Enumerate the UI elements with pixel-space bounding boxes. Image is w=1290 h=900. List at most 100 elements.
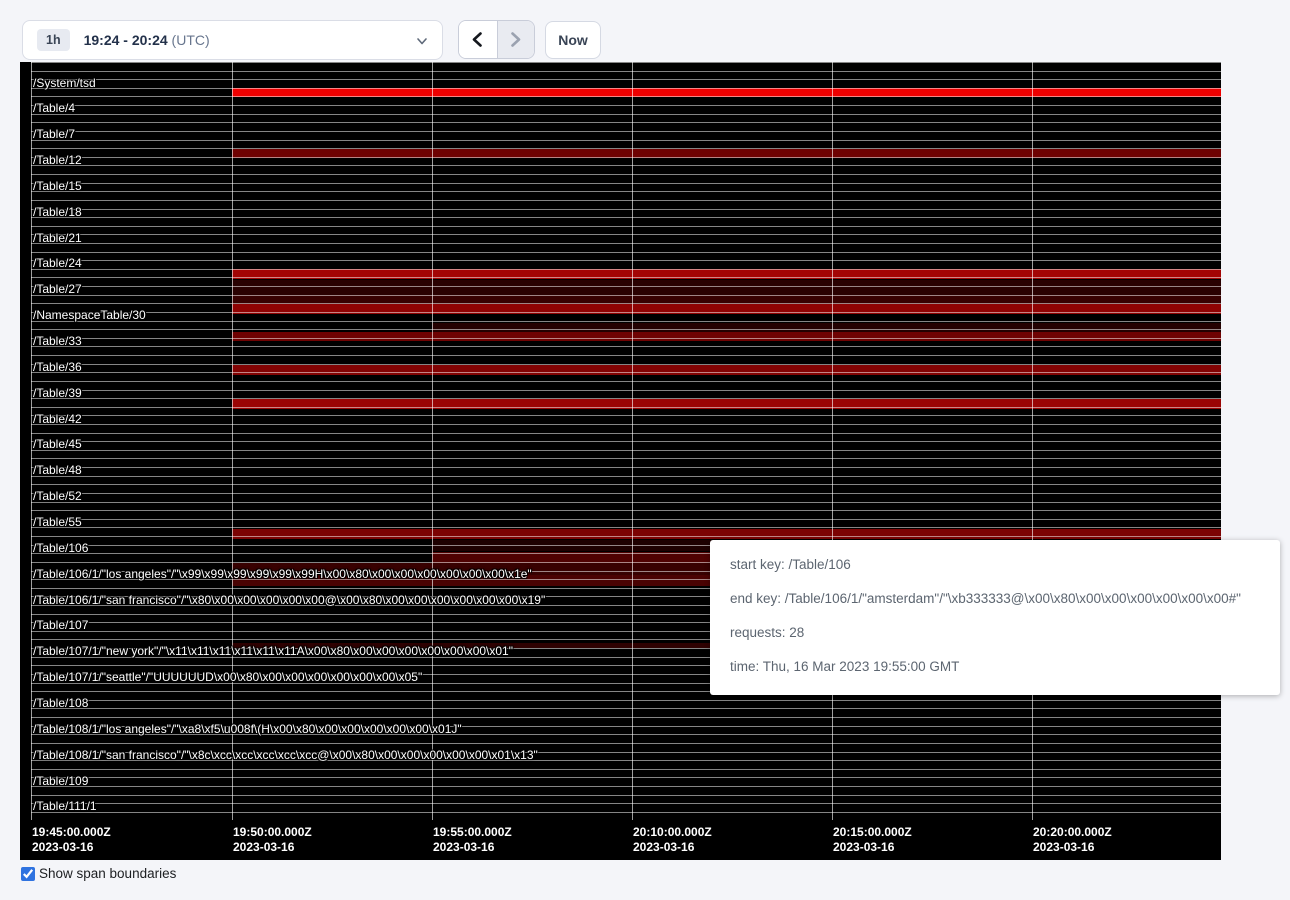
span-boundary-line xyxy=(31,174,1221,175)
span-boundary-line xyxy=(31,226,1221,227)
keyspace-row-label: /Table/4 xyxy=(33,102,75,115)
span-boundary-line xyxy=(31,708,1221,709)
keyspace-row-label: /NamespaceTable/30 xyxy=(33,309,146,322)
keyspace-row-label: /Table/106/1/"san francisco"/"\x80\x00\x… xyxy=(33,594,545,607)
key-visualizer-page: 1h 19:24 - 20:24 (UTC) Now /System/tsd/T… xyxy=(0,0,1290,900)
show-span-boundaries-checkbox[interactable] xyxy=(21,867,35,881)
span-boundary-line xyxy=(31,277,1221,278)
time-gridline xyxy=(1032,62,1033,820)
keyspace-row-label: /Table/45 xyxy=(33,438,82,451)
span-boundary-line xyxy=(31,329,1221,330)
span-boundary-line xyxy=(31,165,1221,166)
show-span-boundaries-control: Show span boundaries xyxy=(21,866,176,881)
span-boundary-line xyxy=(31,493,1221,494)
span-boundary-line xyxy=(31,786,1221,787)
heat-band xyxy=(232,529,1221,539)
span-boundary-line xyxy=(31,441,1221,442)
keyspace-row-label: /Table/15 xyxy=(33,180,82,193)
span-boundary-line xyxy=(31,536,1221,537)
span-boundary-line xyxy=(31,372,1221,373)
keyspace-row-label: /Table/55 xyxy=(33,516,82,529)
span-boundary-line xyxy=(31,79,1221,80)
keyspace-row-label: /Table/42 xyxy=(33,413,82,426)
keyspace-row-label: /Table/33 xyxy=(33,335,82,348)
keyspace-row-label: /Table/27 xyxy=(33,283,82,296)
span-boundary-line xyxy=(31,398,1221,399)
time-gridline xyxy=(632,62,633,820)
span-boundary-line xyxy=(31,286,1221,287)
span-boundary-line xyxy=(31,252,1221,253)
keyspace-row-label: /Table/109 xyxy=(33,775,88,788)
span-boundary-line xyxy=(31,105,1221,106)
chevron-down-icon xyxy=(416,35,428,47)
span-boundary-line xyxy=(31,321,1221,322)
span-boundary-line xyxy=(31,303,1221,304)
axis-tick-line: 2023-03-16 xyxy=(1033,840,1112,855)
axis-tick-line: 2023-03-16 xyxy=(633,840,712,855)
chevron-right-icon xyxy=(509,32,522,47)
axis-tick-line: 20:20:00.000Z xyxy=(1033,825,1112,840)
span-boundary-line xyxy=(31,122,1221,123)
span-boundary-line xyxy=(31,114,1221,115)
time-gridline xyxy=(232,62,233,820)
time-gridline xyxy=(832,62,833,820)
heat-band xyxy=(232,280,1221,295)
time-gridline xyxy=(432,62,433,820)
axis-tick-line: 2023-03-16 xyxy=(433,840,512,855)
span-boundary-line xyxy=(31,191,1221,192)
span-boundary-line xyxy=(31,458,1221,459)
keyspace-row-label: /System/tsd xyxy=(33,77,96,90)
next-range-button[interactable] xyxy=(497,21,535,58)
prev-range-button[interactable] xyxy=(459,21,497,58)
x-axis-tick: 20:15:00.000Z2023-03-16 xyxy=(833,825,912,855)
show-span-boundaries-label: Show span boundaries xyxy=(39,866,176,881)
hover-tooltip: start key: /Table/106 end key: /Table/10… xyxy=(710,540,1280,695)
span-boundary-line xyxy=(31,812,1221,813)
span-boundary-line xyxy=(31,769,1221,770)
span-boundary-line xyxy=(31,96,1221,97)
keyspace-row-label: /Table/107/1/"seattle"/"UUUUUUD\x00\x80\… xyxy=(33,671,422,684)
time-range-select[interactable]: 1h 19:24 - 20:24 (UTC) xyxy=(22,20,443,60)
keyspace-row-label: /Table/7 xyxy=(33,128,75,141)
span-boundary-line xyxy=(31,424,1221,425)
x-axis-tick: 19:50:00.000Z2023-03-16 xyxy=(233,825,312,855)
now-button[interactable]: Now xyxy=(545,21,601,59)
keyspace-row-label: /Table/21 xyxy=(33,232,82,245)
span-boundary-line xyxy=(31,381,1221,382)
span-boundary-line xyxy=(31,140,1221,141)
span-boundary-line xyxy=(31,450,1221,451)
chevron-left-icon xyxy=(471,32,484,47)
span-boundary-line xyxy=(31,407,1221,408)
span-boundary-line xyxy=(31,527,1221,528)
axis-tick-line: 19:55:00.000Z xyxy=(433,825,512,840)
span-boundary-line xyxy=(31,148,1221,149)
span-boundary-line xyxy=(31,157,1221,158)
range-duration-badge: 1h xyxy=(37,29,70,52)
keyspace-row-label: /Table/107 xyxy=(33,619,88,632)
span-boundary-line xyxy=(31,338,1221,339)
keyspace-row-label: /Table/18 xyxy=(33,206,82,219)
span-boundary-line xyxy=(31,803,1221,804)
keyspace-row-label: /Table/24 xyxy=(33,257,82,270)
time-gridline xyxy=(31,62,32,820)
keyspace-row-label: /Table/39 xyxy=(33,387,82,400)
keyspace-row-label: /Table/107/1/"new york"/"\x11\x11\x11\x1… xyxy=(33,645,513,658)
keyspace-row-label: /Table/108 xyxy=(33,697,88,710)
span-boundary-line xyxy=(31,777,1221,778)
span-boundary-line xyxy=(31,502,1221,503)
keyspace-row-label: /Table/108/1/"san francisco"/"\x8c\xcc\x… xyxy=(33,749,538,762)
span-boundary-line xyxy=(31,131,1221,132)
span-boundary-line xyxy=(31,243,1221,244)
x-axis-tick: 20:20:00.000Z2023-03-16 xyxy=(1033,825,1112,855)
span-boundary-line xyxy=(31,295,1221,296)
span-boundary-line xyxy=(31,484,1221,485)
axis-tick-line: 20:10:00.000Z xyxy=(633,825,712,840)
key-visualizer-heatmap[interactable]: /System/tsd/Table/4/Table/7/Table/12/Tab… xyxy=(20,62,1221,860)
span-boundary-line xyxy=(31,269,1221,270)
span-boundary-line xyxy=(31,200,1221,201)
tooltip-start-key: start key: /Table/106 xyxy=(730,555,1260,575)
tooltip-time: time: Thu, 16 Mar 2023 19:55:00 GMT xyxy=(730,657,1260,677)
axis-tick-line: 2023-03-16 xyxy=(32,840,111,855)
range-text: 19:24 - 20:24 (UTC) xyxy=(84,32,210,48)
heat-band xyxy=(232,332,1221,341)
